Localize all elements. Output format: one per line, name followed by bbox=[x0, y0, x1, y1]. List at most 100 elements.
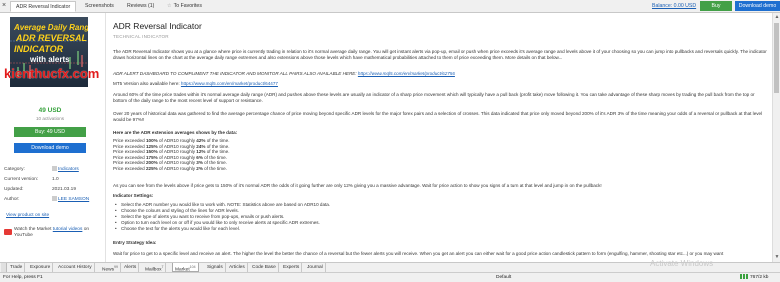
stat-pre: Price exceeded bbox=[113, 160, 146, 166]
connection-text: 767/2 kb bbox=[750, 275, 769, 280]
bottom-tab-news[interactable]: News99 bbox=[100, 263, 121, 273]
stats-heading: Here are the ADR extension averages show… bbox=[113, 130, 238, 135]
strategy-heading: Entry Strategy Idea: bbox=[113, 240, 157, 245]
vertical-scrollbar[interactable]: ▲ ▼ bbox=[772, 13, 780, 262]
stats-list: Price exceeded 100% of ADR10 roughly 42%… bbox=[113, 138, 413, 172]
tab-favorites[interactable]: ☆ To Favorites bbox=[162, 1, 207, 12]
meta-value: 2021.03.19 bbox=[52, 187, 77, 192]
probability-paragraph: Around 60% of the time price trades with… bbox=[113, 92, 755, 104]
meta-version: Current version: 1.0 bbox=[4, 176, 102, 184]
mt5-link[interactable]: https://www.mql5.com/en/market/product/6… bbox=[181, 81, 278, 86]
stat-post: of the time. bbox=[205, 143, 230, 149]
status-profile: Default bbox=[496, 275, 512, 280]
meta-category-link[interactable]: Indicators bbox=[52, 166, 79, 174]
meta-updated: Updated: 2021.03.19 bbox=[4, 186, 102, 194]
stat-pct: 150% bbox=[145, 149, 158, 155]
bottom-tab-articles[interactable]: Articles bbox=[227, 263, 248, 272]
bottom-tab-exposure[interactable]: Exposure bbox=[28, 263, 54, 272]
view-on-site-link[interactable]: View product on site bbox=[6, 213, 49, 218]
dashboard-link[interactable]: https://www.mql5.com/en/market/product/6… bbox=[358, 71, 455, 76]
status-bar: For Help, press F1 Default Activate Wind… bbox=[0, 259, 780, 282]
stat-val: 3% bbox=[196, 160, 203, 166]
meta-key: Category: bbox=[4, 167, 25, 172]
scroll-up-icon[interactable]: ▲ bbox=[774, 14, 780, 20]
stat-mid: of ADR10 roughly bbox=[157, 138, 197, 143]
tab-label: Account History bbox=[58, 265, 92, 270]
stat-post: of the time. bbox=[202, 160, 227, 166]
stat-pre: Price exceeded bbox=[113, 149, 146, 155]
meta-key: Current version: bbox=[4, 177, 39, 182]
stat-pre: Price exceeded bbox=[113, 138, 146, 143]
stat-pct: 175% bbox=[145, 154, 158, 160]
tab-label: Reviews (1) bbox=[127, 3, 155, 9]
stat-post: of the time. bbox=[202, 154, 227, 160]
bottom-tab-code-base[interactable]: Code Base bbox=[250, 263, 279, 272]
tutorial-videos-link[interactable]: tutorial videos bbox=[53, 227, 83, 232]
bottom-tab-journal[interactable]: Journal bbox=[305, 263, 326, 272]
list-item: Price exceeded 225% of ADR10 roughly 2% … bbox=[113, 166, 413, 172]
image-text-line3: INDICATOR bbox=[14, 44, 64, 54]
page-subtitle: TECHNICAL INDICATOR bbox=[113, 34, 169, 39]
activations-count: 10 activations bbox=[35, 116, 65, 121]
tab-label: Alerts bbox=[124, 265, 137, 270]
windows-activation-watermark: Activate Windows bbox=[650, 259, 714, 268]
intro-paragraph: The ADR Reversal Indicator shows you at … bbox=[113, 49, 767, 61]
stat-pre: Price exceeded bbox=[113, 165, 146, 171]
youtube-icon bbox=[4, 229, 12, 235]
download-demo-button-top[interactable]: Download demo bbox=[735, 1, 780, 11]
stat-val: 2% bbox=[196, 165, 203, 171]
top-tab-bar: × ADR Reversal Indicator Screenshots Rev… bbox=[0, 0, 780, 13]
product-description: ADR Reversal Indicator TECHNICAL INDICAT… bbox=[108, 13, 772, 262]
tab-label: ADR Reversal Indicator bbox=[16, 4, 71, 10]
settings-heading: Indicator Settings: bbox=[113, 193, 154, 198]
balance-link[interactable]: Balance: 0.00 USD bbox=[652, 3, 696, 9]
tab-label: Experts bbox=[283, 265, 300, 270]
stat-post: of the time. bbox=[205, 149, 230, 155]
product-price: 49 USD bbox=[38, 107, 62, 114]
bottom-tab-mailbox[interactable]: Mailbox7 bbox=[143, 263, 167, 273]
dashboard-note: ADR ALERT DASHBOARD TO COMPLIMENT THE IN… bbox=[113, 71, 768, 77]
stat-post: of the time. bbox=[205, 138, 230, 143]
list-item: Choose the text for the alerts you would… bbox=[115, 226, 721, 232]
page-title: ADR Reversal Indicator bbox=[113, 21, 202, 31]
stat-pre: Price exceeded bbox=[113, 143, 146, 149]
tab-label: Articles bbox=[229, 265, 245, 270]
tab-label: Signals bbox=[207, 265, 223, 270]
image-text-line4: with alerts bbox=[30, 55, 70, 64]
scroll-down-icon[interactable]: ▼ bbox=[774, 254, 780, 260]
bottom-tab-trade[interactable]: Trade bbox=[8, 263, 26, 272]
meta-value: Indicators bbox=[58, 167, 79, 172]
stat-pct: 200% bbox=[145, 160, 158, 166]
scrollbar-thumb[interactable] bbox=[774, 23, 779, 93]
bottom-tab-account-history[interactable]: Account History bbox=[56, 263, 95, 272]
settings-list: Select the ADR number you would like to … bbox=[115, 202, 721, 232]
dashboard-note-text: ADR ALERT DASHBOARD TO COMPLIMENT THE IN… bbox=[113, 71, 358, 76]
buy-button[interactable]: Buy: 49 USD bbox=[14, 127, 86, 137]
strategy-paragraph: Wait for price to get to a specific leve… bbox=[113, 251, 724, 256]
stat-pct: 100% bbox=[145, 138, 158, 143]
tab-label: Code Base bbox=[252, 265, 276, 270]
close-icon[interactable]: × bbox=[2, 2, 9, 10]
bottom-tab-alerts[interactable]: Alerts bbox=[122, 263, 140, 272]
tab-product[interactable]: ADR Reversal Indicator bbox=[10, 1, 77, 12]
tab-reviews[interactable]: Reviews (1) bbox=[122, 1, 159, 12]
mt5-note: MT5 Version also available here: https:/… bbox=[113, 81, 768, 87]
stat-mid: of ADR10 roughly bbox=[157, 160, 197, 166]
status-help-text: For Help, press F1 bbox=[3, 275, 43, 280]
signal-bars-icon bbox=[740, 274, 748, 280]
bottom-tab-signals[interactable]: Signals bbox=[205, 263, 226, 272]
download-demo-button[interactable]: Download demo bbox=[14, 143, 86, 153]
bottom-tab-experts[interactable]: Experts bbox=[281, 263, 303, 272]
meta-author: Author: LEE SAMSON bbox=[4, 196, 102, 204]
stat-pct: 225% bbox=[145, 165, 158, 171]
watch-text: Watch the Market tutorial videos on YouT… bbox=[14, 227, 94, 239]
buy-button-top[interactable]: Buy bbox=[700, 1, 732, 11]
meta-value: LEE SAMSON bbox=[58, 197, 90, 202]
tab-screenshots[interactable]: Screenshots bbox=[80, 1, 119, 12]
stat-pct: 125% bbox=[145, 143, 158, 149]
bottom-tab-market[interactable]: Market104 bbox=[172, 263, 199, 273]
user-icon bbox=[52, 196, 57, 202]
mt5-note-text: MT5 Version also available here: bbox=[113, 81, 181, 86]
meta-author-link[interactable]: LEE SAMSON bbox=[52, 196, 89, 204]
connection-status: 767/2 kb bbox=[740, 273, 768, 282]
